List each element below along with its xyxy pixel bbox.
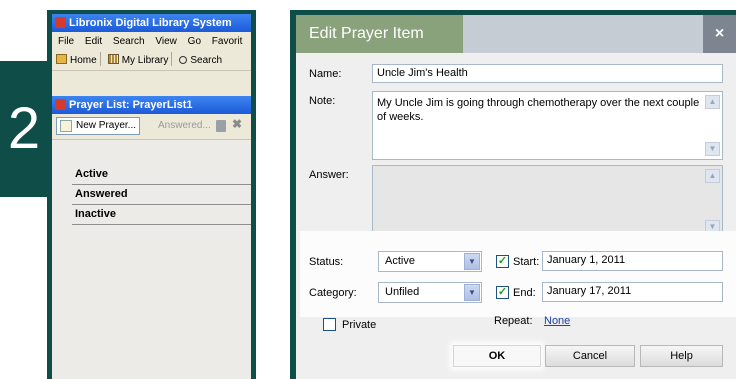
prayer-list-title-bar: Prayer List: PrayerList1 xyxy=(52,96,251,114)
status-select[interactable]: Active ▼ xyxy=(378,251,482,272)
new-document-icon xyxy=(60,120,72,132)
category-value: Unfiled xyxy=(385,286,420,298)
main-toolbar: Home My Library Search xyxy=(52,51,251,71)
scroll-up-icon[interactable]: ▲ xyxy=(705,95,720,109)
end-checkbox[interactable]: ✓ xyxy=(496,286,509,299)
category-label: Category: xyxy=(309,287,357,299)
scroll-up-icon[interactable]: ▲ xyxy=(705,169,720,183)
edit-dialog-frame: Edit Prayer Item × Name: Uncle Jim's Hea… xyxy=(290,10,736,379)
step-number: 2 xyxy=(7,96,41,161)
home-label: Home xyxy=(70,55,97,66)
note-text: My Uncle Jim is going through chemothera… xyxy=(377,97,700,123)
end-label: End: xyxy=(513,287,536,299)
chevron-down-icon[interactable]: ▼ xyxy=(464,253,480,270)
category-select[interactable]: Unfiled ▼ xyxy=(378,282,482,303)
dialog-title-bar xyxy=(463,15,703,53)
category-answered[interactable]: Answered xyxy=(72,185,251,205)
new-prayer-button[interactable]: New Prayer... xyxy=(56,117,141,135)
category-inactive[interactable]: Inactive xyxy=(72,205,251,225)
end-date-field[interactable]: January 17, 2011 xyxy=(542,282,723,302)
search-icon xyxy=(179,56,188,64)
my-library-button[interactable]: My Library xyxy=(107,51,169,70)
repeat-label: Repeat: xyxy=(494,315,533,327)
chevron-down-icon[interactable]: ▼ xyxy=(464,284,480,301)
libronix-title-bar: Libronix Digital Library System xyxy=(52,14,251,32)
start-date-field[interactable]: January 1, 2011 xyxy=(542,251,723,271)
help-button[interactable]: Help xyxy=(640,345,723,367)
private-checkbox[interactable] xyxy=(323,318,336,331)
libronix-frame: Libronix Digital Library System File Edi… xyxy=(47,10,256,379)
status-label: Status: xyxy=(309,256,344,268)
prayer-list-toolbar: New Prayer... Answered... ✖ xyxy=(52,115,251,137)
scroll-down-icon[interactable]: ▼ xyxy=(705,142,720,156)
toolbar-separator xyxy=(99,52,101,66)
toolbar-separator xyxy=(171,52,173,66)
status-value: Active xyxy=(385,255,415,267)
repeat-link[interactable]: None xyxy=(544,315,570,327)
home-icon xyxy=(56,54,67,64)
menu-bar: File Edit Search View Go Favorit xyxy=(52,34,251,50)
prayer-list-body: Active Answered Inactive xyxy=(52,139,251,379)
name-label: Name: xyxy=(309,68,342,80)
edit-prayer-dialog: Edit Prayer Item × Name: Uncle Jim's Hea… xyxy=(296,15,736,379)
answer-textarea[interactable]: ▲ ▼ xyxy=(372,165,723,238)
cancel-button[interactable]: Cancel xyxy=(545,345,635,367)
search-label: Search xyxy=(190,55,223,66)
libronix-app-icon xyxy=(55,17,66,28)
name-field[interactable]: Uncle Jim's Health xyxy=(372,64,723,83)
answered-icon[interactable] xyxy=(216,120,226,132)
prayer-list-app-icon xyxy=(55,99,66,110)
delete-icon[interactable]: ✖ xyxy=(232,117,242,131)
new-prayer-label: New Prayer... xyxy=(76,120,137,131)
category-active[interactable]: Active xyxy=(72,165,251,185)
note-label: Note: xyxy=(309,95,336,107)
dialog-title: Edit Prayer Item xyxy=(296,15,463,53)
library-icon xyxy=(107,54,119,64)
close-button[interactable]: × xyxy=(703,15,736,53)
start-label: Start: xyxy=(513,256,540,268)
menu-file[interactable]: File xyxy=(58,36,74,47)
libronix-window: Libronix Digital Library System File Edi… xyxy=(52,14,251,379)
libronix-title: Libronix Digital Library System xyxy=(69,17,232,29)
menu-search[interactable]: Search xyxy=(113,36,145,47)
note-textarea[interactable]: My Uncle Jim is going through chemothera… xyxy=(372,91,723,160)
menu-edit[interactable]: Edit xyxy=(85,36,102,47)
private-label: Private xyxy=(342,319,377,331)
schedule-panel xyxy=(300,231,736,317)
ok-button[interactable]: OK xyxy=(453,345,541,367)
menu-go[interactable]: Go xyxy=(188,36,201,47)
home-button[interactable]: Home xyxy=(56,51,97,70)
prayer-list-title: Prayer List: PrayerList1 xyxy=(69,99,193,111)
step-badge: 2 xyxy=(0,61,48,197)
answer-label: Answer: xyxy=(309,169,349,181)
my-library-label: My Library xyxy=(121,55,169,66)
search-button[interactable]: Search xyxy=(179,51,223,70)
answered-button[interactable]: Answered... xyxy=(158,120,211,131)
start-checkbox[interactable]: ✓ xyxy=(496,255,509,268)
menu-view[interactable]: View xyxy=(155,36,177,47)
menu-favorites[interactable]: Favorit xyxy=(212,36,243,47)
